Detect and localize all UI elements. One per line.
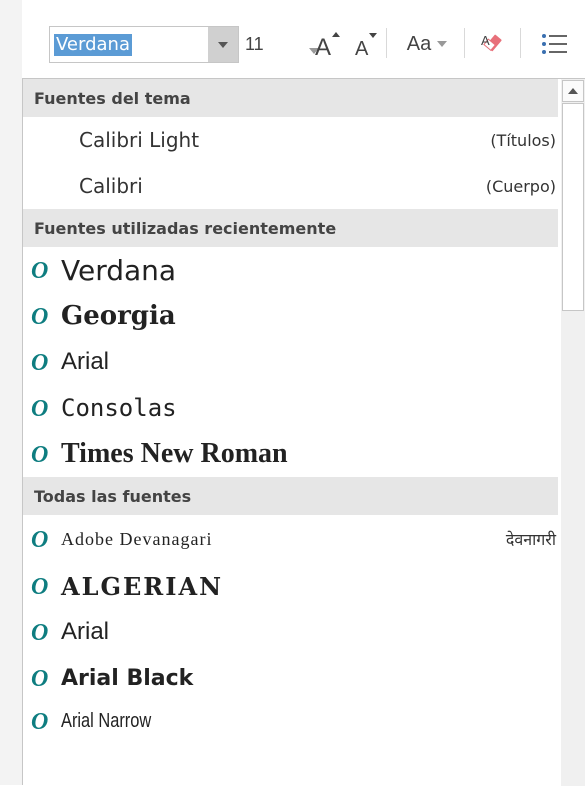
font-item-calibri-light[interactable]: Calibri Light (Títulos) [23,117,558,163]
clear-formatting-icon: A [481,33,502,52]
font-item-arial-narrow[interactable]: O Arial Narrow [23,701,558,741]
font-item-tag: (Títulos) [490,130,556,150]
font-item-label: Times New Roman [61,438,288,469]
change-case-button[interactable]: Aa [397,24,457,64]
font-item-label: Consolas [61,394,177,422]
opentype-font-icon: O [31,710,51,732]
section-header-all-fonts: Todas las fuentes [23,477,558,515]
font-item-arial-black[interactable]: O Arial Black [23,655,558,701]
font-list: Fuentes del tema Calibri Light (Títulos)… [23,79,558,786]
font-item-label: Arial Narrow [61,709,152,732]
section-header-theme-fonts: Fuentes del tema [23,79,558,117]
opentype-font-icon: O [31,528,51,550]
font-item-label: Georgia [61,301,176,331]
font-item-tag: (Cuerpo) [485,176,556,196]
chevron-down-icon [437,41,448,47]
font-size-combobox[interactable]: 11 [239,26,319,63]
font-size-input[interactable]: 11 [245,34,264,55]
shrink-font-icon: A [355,33,377,59]
scrollbar-thumb[interactable] [562,103,584,311]
font-name-input[interactable]: Verdana [54,34,132,56]
svg-text:O: O [31,710,48,732]
opentype-font-icon: O [31,667,51,689]
font-list-scrollbar[interactable] [561,79,585,786]
font-name-combobox[interactable]: Verdana [49,26,239,63]
clear-formatting-button[interactable]: A [474,24,514,64]
font-dropdown: Fuentes del tema Calibri Light (Títulos)… [22,78,585,786]
opentype-font-icon: O [31,351,51,373]
font-item-label: ALGERIAN [61,571,224,601]
svg-text:O: O [31,667,48,689]
opentype-font-icon: O [31,443,51,465]
opentype-font-icon: O [31,575,51,597]
svg-text:O: O [31,443,48,465]
shrink-font-button[interactable]: A [350,24,380,64]
font-item-label: Arial [61,348,110,375]
toolbar-separator [464,28,465,58]
font-item-algerian[interactable]: O ALGERIAN [23,563,558,609]
font-item-verdana[interactable]: O Verdana [23,247,558,293]
font-item-script-sample: देवनागरी [505,532,556,549]
scroll-up-icon [568,88,578,94]
change-case-label: Aa [406,32,432,55]
font-item-label: Adobe Devanagari [61,528,213,549]
shrink-font-label: A [355,38,369,59]
font-toolbar: Verdana 11 A A Aa A [22,0,585,78]
font-item-arial[interactable]: O Arial [23,339,558,385]
font-item-label: Arial [61,618,110,645]
opentype-font-icon: O [31,305,51,327]
bullets-icon [542,34,567,54]
bullets-button[interactable] [534,24,574,64]
svg-text:O: O [31,397,48,419]
font-item-label: Verdana [61,253,177,287]
svg-text:O: O [31,575,48,597]
font-item-adobe-devanagari[interactable]: O Adobe Devanagari देवनागरी [23,515,558,563]
opentype-font-icon: O [31,259,51,281]
opentype-font-icon: O [31,397,51,419]
font-name-dropdown-button[interactable] [208,27,238,62]
toolbar-separator [520,28,521,58]
svg-text:O: O [31,259,48,281]
grow-font-label: A [315,34,331,59]
font-item-consolas[interactable]: O Consolas [23,385,558,431]
grow-font-button[interactable]: A [311,24,343,64]
svg-text:O: O [31,305,48,327]
font-item-label: Calibri [79,174,143,198]
svg-text:O: O [31,351,48,373]
chevron-down-icon [218,41,228,48]
font-item-times-new-roman[interactable]: O Times New Roman [23,431,558,477]
section-header-recent-fonts: Fuentes utilizadas recientemente [23,209,558,247]
font-item-calibri[interactable]: Calibri (Cuerpo) [23,163,558,209]
grow-font-icon: A [315,32,340,59]
opentype-font-icon: O [31,621,51,643]
scroll-up-button[interactable] [562,80,584,102]
font-item-georgia[interactable]: O Georgia [23,293,558,339]
font-item-label: Arial Black [61,665,194,691]
document-margin [0,0,22,785]
svg-text:O: O [31,528,48,550]
svg-text:A: A [481,33,490,48]
font-item-arial[interactable]: O Arial [23,609,558,655]
toolbar-separator [386,28,387,58]
svg-text:O: O [31,621,48,643]
font-item-label: Calibri Light [79,128,200,152]
